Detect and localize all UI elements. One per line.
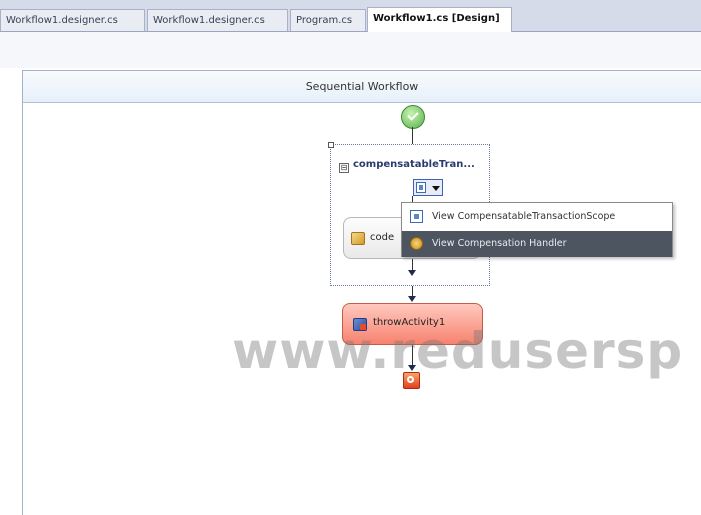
scope-view-icon [416, 182, 426, 193]
tab-program-cs[interactable]: Program.cs [290, 9, 366, 31]
arrow-down-icon [408, 270, 416, 276]
tab-workflow1-designer-2[interactable]: Workflow1.designer.cs [147, 9, 288, 31]
code-activity-label: code [370, 232, 395, 243]
view-context-menu: View CompensatableTransactionScope View … [401, 202, 673, 257]
scope-view-icon [410, 210, 423, 223]
selection-handle-icon[interactable] [328, 142, 334, 148]
menu-item-view-compensation-handler[interactable]: View Compensation Handler [402, 231, 672, 257]
compensation-handler-icon [410, 237, 423, 250]
chevron-down-icon [432, 186, 440, 191]
code-activity-icon [351, 232, 365, 245]
connector-line [412, 127, 413, 144]
tab-workflow1-designer-1[interactable]: Workflow1.designer.cs [0, 9, 145, 31]
document-tab-bar: Workflow1.designer.cs Workflow1.designer… [0, 0, 701, 32]
watermark-text: www.redusersp [232, 322, 684, 380]
view-selector-button[interactable] [413, 179, 443, 196]
scope-title: compensatableTran... [353, 159, 475, 170]
menu-item-view-scope[interactable]: View CompensatableTransactionScope [402, 204, 672, 230]
menu-item-label: View Compensation Handler [432, 238, 567, 249]
menu-item-label: View CompensatableTransactionScope [432, 211, 616, 222]
workflow-header: Sequential Workflow [23, 71, 701, 103]
workflow-start-icon [401, 105, 425, 129]
tab-workflow1-design[interactable]: Workflow1.cs [Design] [367, 7, 512, 32]
designer-toolstrip [0, 32, 701, 68]
arrow-down-icon [408, 296, 416, 302]
workflow-designer-canvas[interactable]: Sequential Workflow ⊟ compensatableTran.… [22, 70, 701, 515]
collapse-expander-icon[interactable]: ⊟ [339, 163, 349, 173]
workflow-title: Sequential Workflow [305, 80, 419, 93]
